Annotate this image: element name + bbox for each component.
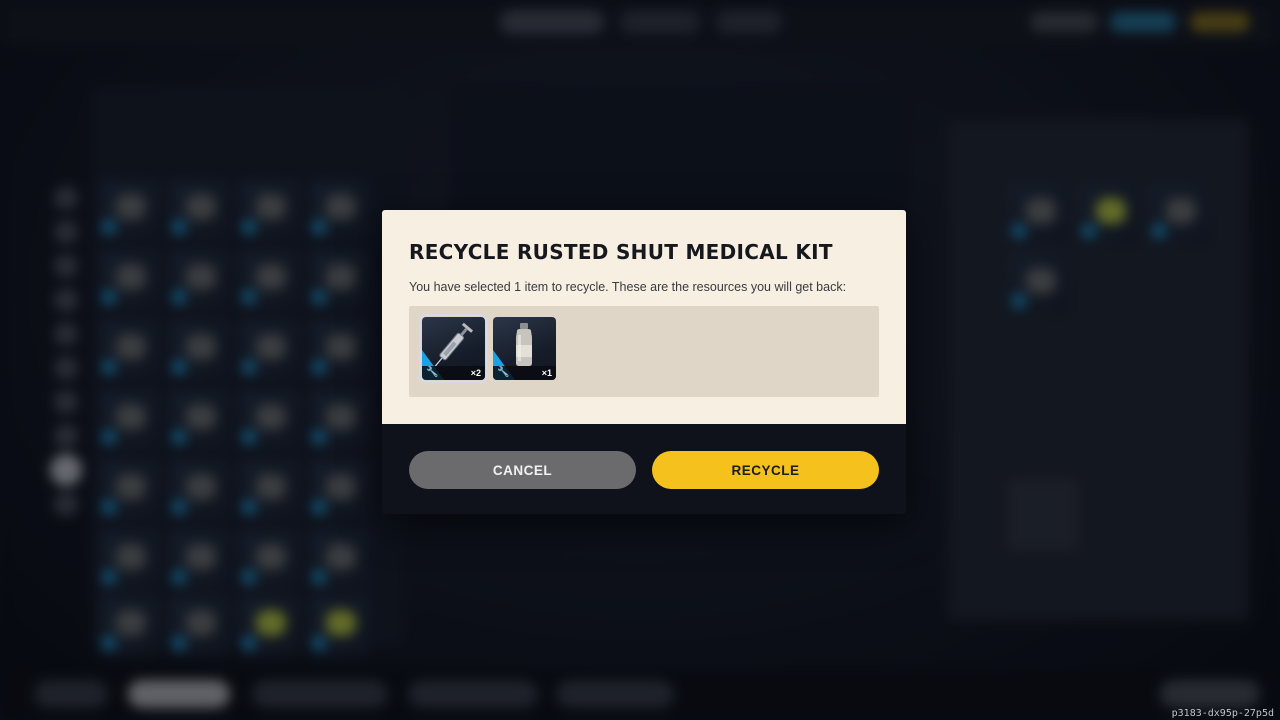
build-id: p3183-dx95p-27p5d [1171,708,1274,719]
wrench-icon: 🔧 [426,367,439,378]
cancel-button[interactable]: CANCEL [409,451,636,489]
dialog-body: RECYCLE RUSTED SHUT MEDICAL KIT You have… [382,210,906,424]
resource-quantity: ×2 [470,368,481,378]
resource-item[interactable]: 🔧 ×2 [419,314,488,383]
dialog-title: RECYCLE RUSTED SHUT MEDICAL KIT [409,240,833,264]
recycle-dialog: RECYCLE RUSTED SHUT MEDICAL KIT You have… [382,210,906,514]
wrench-icon: 🔧 [497,367,510,378]
game-screen: RECYCLE RUSTED SHUT MEDICAL KIT You have… [0,0,1280,720]
recycle-button[interactable]: RECYCLE [652,451,879,489]
resources-container: 🔧 ×2 🔧 ×1 [409,306,879,397]
resource-quantity: ×1 [541,368,552,378]
dialog-description: You have selected 1 item to recycle. The… [409,280,847,294]
resource-item[interactable]: 🔧 ×1 [493,317,556,380]
dialog-footer: CANCEL RECYCLE [382,424,906,514]
